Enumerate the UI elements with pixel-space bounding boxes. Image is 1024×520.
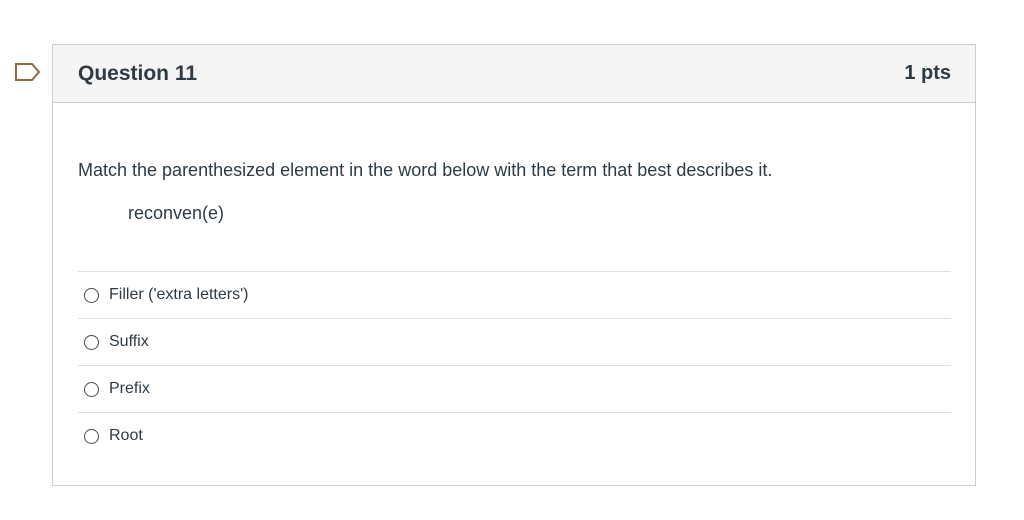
- question-title: Question 11: [78, 61, 198, 85]
- answer-list: Filler ('extra letters') Suffix Prefix R…: [78, 271, 951, 459]
- answer-label: Prefix: [109, 380, 150, 397]
- answer-label: Filler ('extra letters'): [109, 286, 249, 303]
- radio-button[interactable]: [84, 287, 99, 303]
- question-header: Question 11 1 pts: [53, 45, 975, 103]
- answer-option-suffix[interactable]: Suffix: [78, 319, 951, 366]
- answer-label: Root: [109, 427, 143, 444]
- answer-option-prefix[interactable]: Prefix: [78, 366, 951, 413]
- question-points: 1 pts: [904, 62, 951, 84]
- flag-question-icon[interactable]: [14, 62, 42, 82]
- question-body: Match the parenthesized element in the w…: [53, 103, 975, 459]
- answer-label: Suffix: [109, 333, 149, 350]
- radio-button[interactable]: [84, 428, 99, 444]
- radio-button[interactable]: [84, 334, 99, 350]
- answer-option-root[interactable]: Root: [78, 413, 951, 459]
- quiz-page: Question 11 1 pts Match the parenthesize…: [0, 0, 1024, 520]
- radio-button[interactable]: [84, 381, 99, 397]
- question-word: reconven(e): [128, 203, 225, 223]
- answer-option-filler[interactable]: Filler ('extra letters'): [78, 272, 951, 319]
- question-prompt: Match the parenthesized element in the w…: [78, 160, 773, 180]
- question-card: Question 11 1 pts Match the parenthesize…: [52, 44, 976, 486]
